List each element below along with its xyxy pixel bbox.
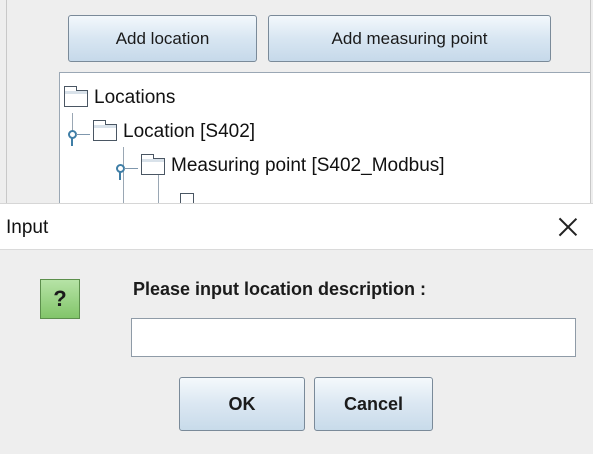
add-location-button[interactable]: Add location [68,15,257,62]
tree-node-label: Locations [94,87,176,108]
tree-handle-arm [124,168,138,169]
folder-icon [141,153,165,175]
folder-icon [93,119,117,141]
add-measuring-point-button[interactable]: Add measuring point [268,15,551,62]
close-icon [559,218,577,236]
location-tree[interactable]: Locations Location [S402] Measuring poin… [59,72,590,217]
tree-handle-stem [119,172,121,180]
tree-node-label: Measuring point [S402_Modbus] [171,155,445,176]
dialog-message: Please input location description : [133,279,427,299]
question-icon: ? [40,279,80,319]
tree-node-label: Location [S402] [123,121,256,142]
tree-node-measuring-point[interactable]: Measuring point [S402_Modbus] [141,153,445,177]
dialog-title: Input [6,217,49,238]
ok-button[interactable]: OK [179,377,305,431]
tree-handle-stem [71,138,73,146]
tree-expand-handle[interactable] [116,163,138,180]
tree-expand-handle[interactable] [68,129,90,146]
tree-node-location[interactable]: Location [S402] [93,119,256,143]
input-dialog: Input ? Please input location descriptio… [0,203,593,454]
cancel-button[interactable]: Cancel [314,377,433,431]
tree-node-root[interactable]: Locations [64,85,176,109]
dialog-title-bar[interactable]: Input [0,204,593,250]
tree-handle-arm [76,134,90,135]
close-button[interactable] [548,208,588,246]
folder-icon [64,85,88,107]
location-description-input[interactable] [131,318,576,357]
